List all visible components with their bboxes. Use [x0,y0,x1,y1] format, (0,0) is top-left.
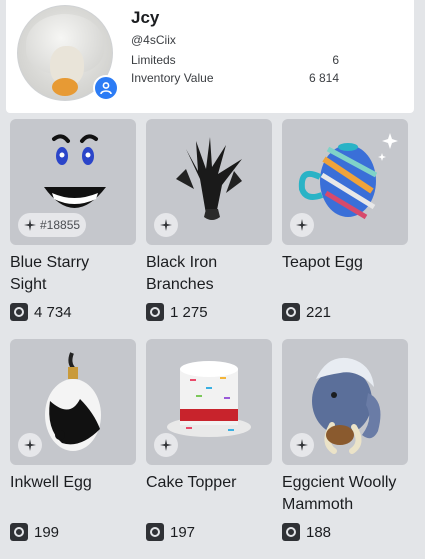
profile-handle: @4sCiix [131,33,176,47]
item-name-line1[interactable]: Eggcient Woolly [282,472,396,494]
sparkle-icon [160,439,172,451]
profile-name: Jcy [131,8,160,27]
robux-icon [10,523,28,541]
item-price-value: 221 [306,303,332,321]
limited-badge [154,213,178,237]
limited-badge [290,213,314,237]
robux-icon [146,523,164,541]
limiteds-value: 6 [332,53,339,67]
sparkle-icon [24,219,36,231]
robux-icon [10,303,28,321]
item-price-value: 188 [306,523,332,541]
item-name-line2[interactable]: Mammoth [282,494,353,516]
robux-icon [146,303,164,321]
item-name-line2[interactable]: Sight [10,274,46,296]
profile-card: Jcy @4sCiix Limiteds 6 Inventory Value 6… [6,0,414,113]
item-thumbnail[interactable] [146,339,272,465]
item-price: 1 275 [146,302,208,322]
item-thumbnail[interactable] [282,119,408,245]
item-name-line1[interactable]: Inkwell Egg [10,472,92,494]
item-thumbnail[interactable] [10,339,136,465]
item-name-line1[interactable]: Black Iron [146,252,217,274]
item-thumbnail[interactable]: #18855 [10,119,136,245]
limited-badge: #18855 [18,213,87,237]
avatar-accessory [52,78,78,96]
limited-badge [290,433,314,457]
robux-icon [282,523,300,541]
item-price: 199 [10,522,59,542]
user-icon [93,75,119,101]
item-name-line1[interactable]: Cake Topper [146,472,236,494]
item-price: 197 [146,522,195,542]
item-price: 4 734 [10,302,72,322]
inventory-value-row: Inventory Value 6 814 [131,71,339,85]
item-price-value: 4 734 [34,303,72,321]
inventory-value-label: Inventory Value [131,71,214,85]
sparkle-icon [160,219,172,231]
limiteds-label: Limiteds [131,53,176,67]
item-price: 221 [282,302,331,322]
item-price-value: 199 [34,523,60,541]
item-price-value: 1 275 [170,303,208,321]
serial-number: #18855 [40,218,81,232]
item-name-line2[interactable]: Branches [146,274,214,296]
item-thumbnail[interactable] [146,119,272,245]
limited-badge [154,433,178,457]
limiteds-row: Limiteds 6 [131,53,339,67]
sparkle-icon [24,439,36,451]
robux-icon [282,303,300,321]
item-thumbnail[interactable] [282,339,408,465]
sparkle-icon [296,439,308,451]
inventory-value: 6 814 [308,71,339,85]
sparkle-icon [296,219,308,231]
item-name-line1[interactable]: Teapot Egg [282,252,363,274]
limited-badge [18,433,42,457]
item-name-line1[interactable]: Blue Starry [10,252,89,274]
item-price-value: 197 [170,523,196,541]
item-price: 188 [282,522,331,542]
